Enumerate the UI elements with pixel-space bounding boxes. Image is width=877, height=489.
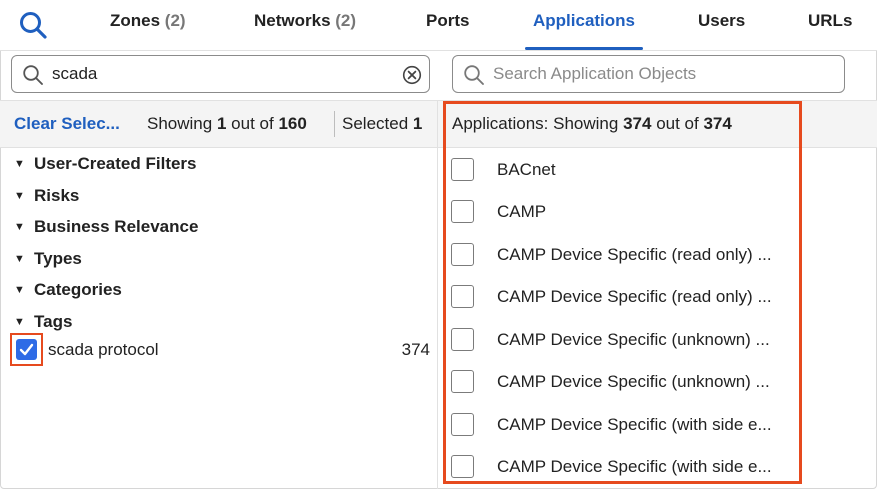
tag-item-scada-protocol[interactable]: scada protocol 374 (10, 333, 434, 367)
selected-number: 1 (412, 114, 423, 133)
showing-mid: out of (231, 114, 274, 133)
checkbox[interactable] (451, 328, 474, 351)
filter-group-label: Categories (34, 280, 122, 299)
tab-networks[interactable]: Networks (2) (254, 0, 356, 50)
applications-prefix: Applications: (452, 114, 549, 133)
applications-showing: Showing (553, 114, 619, 133)
tab-count: (2) (164, 11, 186, 30)
tab-bar: Zones (2) Networks (2) Ports Application… (0, 0, 877, 51)
checkbox[interactable] (451, 158, 474, 181)
application-item[interactable]: CAMP Device Specific (unknown) ... (451, 323, 791, 357)
checkmark-icon (19, 343, 34, 356)
application-item[interactable]: CAMP Device Specific (with side e... (451, 450, 791, 484)
application-label: CAMP Device Specific (unknown) ... (497, 330, 770, 349)
applications-count: Applications: Showing 374 out of 374 (452, 101, 732, 147)
filter-panel-header: Clear Selec... Showing 1 out of 160 Sele… (0, 100, 437, 148)
chevron-down-icon: ▼ (14, 158, 25, 170)
checkbox[interactable] (451, 285, 474, 308)
checkbox[interactable] (451, 200, 474, 223)
application-label: CAMP Device Specific (read only) ... (497, 245, 772, 264)
divider (334, 111, 335, 137)
tab-label: URLs (808, 11, 853, 30)
selected-count: Selected 1 (342, 101, 422, 147)
tab-label: Applications (533, 11, 636, 30)
checkbox[interactable] (451, 243, 474, 266)
clear-selection-link[interactable]: Clear Selec... (14, 101, 120, 147)
tab-label: Zones (110, 11, 161, 30)
tab-urls[interactable]: URLs (808, 0, 852, 50)
application-item[interactable]: CAMP Device Specific (read only) ... (451, 280, 791, 314)
application-search-input[interactable]: Search Application Objects (452, 55, 845, 93)
filter-group-risks[interactable]: ▼ Risks (14, 184, 79, 208)
tab-label: Users (698, 11, 746, 30)
chevron-down-icon: ▼ (14, 284, 25, 296)
filter-showing-count: Showing 1 out of 160 (147, 101, 307, 147)
application-label: CAMP Device Specific (read only) ... (497, 287, 772, 306)
checkbox[interactable] (451, 455, 474, 478)
filter-group-types[interactable]: ▼ Types (14, 247, 82, 271)
application-item[interactable]: CAMP Device Specific (read only) ... (451, 238, 791, 272)
filter-search-input[interactable]: scada (11, 55, 430, 93)
showing-total: 160 (278, 114, 307, 133)
application-label: BACnet (497, 160, 556, 179)
tab-label: Ports (426, 11, 470, 30)
checkbox-checked[interactable] (16, 339, 37, 360)
application-label: CAMP Device Specific (unknown) ... (497, 372, 770, 391)
application-item[interactable]: CAMP (451, 195, 791, 229)
tab-label: Networks (254, 11, 331, 30)
application-label: CAMP Device Specific (with side e... (497, 457, 772, 476)
applications-panel-header: Applications: Showing 374 out of 374 (438, 100, 877, 148)
chevron-down-icon: ▼ (14, 253, 25, 265)
showing-count: 1 (216, 114, 227, 133)
tab-ports[interactable]: Ports (426, 0, 469, 50)
tab-zones[interactable]: Zones (2) (110, 0, 186, 50)
filter-group-label: Risks (34, 186, 80, 205)
selected-label: Selected (342, 114, 409, 133)
tab-count: (2) (335, 11, 357, 30)
application-search-placeholder: Search Application Objects (493, 64, 697, 83)
chevron-down-icon: ▼ (14, 316, 25, 328)
filter-group-categories[interactable]: ▼ Categories (14, 278, 122, 302)
filter-group-label: Types (34, 249, 82, 268)
tag-label: scada protocol (48, 340, 159, 359)
clear-search-icon[interactable] (402, 65, 422, 85)
tab-users[interactable]: Users (698, 0, 745, 50)
filter-group-label: Business Relevance (34, 217, 199, 236)
tag-count: 374 (401, 340, 430, 359)
checkbox[interactable] (451, 413, 474, 436)
filter-group-label: User-Created Filters (34, 154, 197, 173)
search-icon (463, 64, 485, 86)
filter-search-value: scada (52, 64, 98, 83)
application-item[interactable]: BACnet (451, 153, 791, 187)
applications-shown-count: 374 (623, 114, 652, 133)
showing-prefix: Showing (147, 114, 213, 133)
chevron-down-icon: ▼ (14, 221, 25, 233)
filter-group-business-relevance[interactable]: ▼ Business Relevance (14, 215, 198, 239)
application-label: CAMP Device Specific (with side e... (497, 415, 772, 434)
filter-group-user-created[interactable]: ▼ User-Created Filters (14, 152, 197, 176)
applications-total: 374 (703, 114, 732, 133)
application-label: CAMP (497, 202, 547, 221)
checkbox[interactable] (451, 370, 474, 393)
application-item[interactable]: CAMP Device Specific (with side e... (451, 408, 791, 442)
chevron-down-icon: ▼ (14, 190, 25, 202)
search-icon (22, 64, 44, 86)
applications-mid: out of (656, 114, 699, 133)
filter-group-label: Tags (34, 312, 73, 331)
panel-divider (437, 100, 438, 489)
filter-group-tags[interactable]: ▼ Tags (14, 310, 72, 334)
application-item[interactable]: CAMP Device Specific (unknown) ... (451, 365, 791, 399)
tab-applications[interactable]: Applications (524, 0, 644, 50)
search-icon[interactable] (18, 10, 48, 40)
